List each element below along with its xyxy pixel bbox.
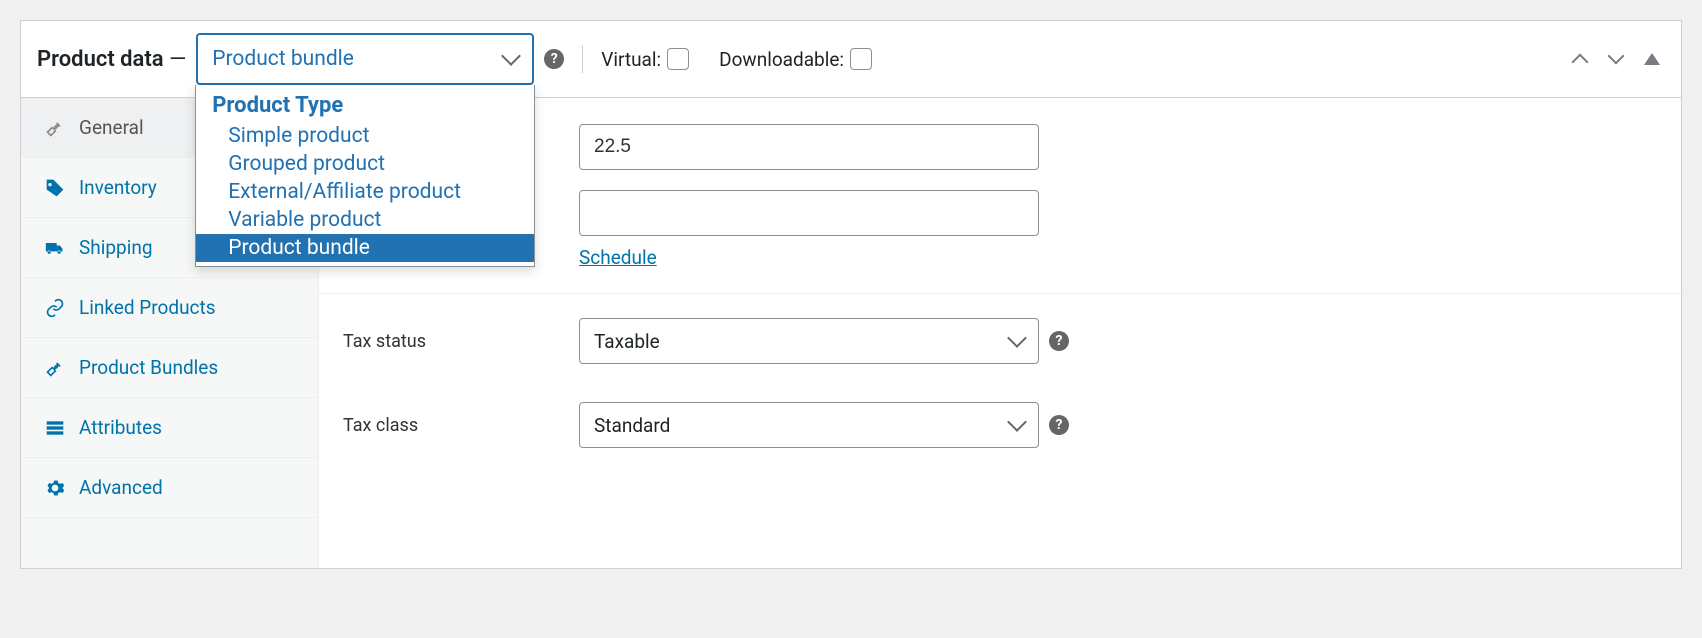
header-divider: [582, 45, 583, 73]
help-icon[interactable]: ?: [1049, 415, 1069, 435]
sidebar-item-label: General: [79, 116, 144, 139]
dropdown-item-simple[interactable]: Simple product: [196, 122, 534, 150]
dropdown-item-bundle[interactable]: Product bundle: [196, 234, 534, 262]
tax-status-row: Tax status Taxable ?: [319, 308, 1681, 374]
tax-status-value: Taxable: [594, 330, 660, 353]
help-icon[interactable]: ?: [1049, 331, 1069, 351]
tax-status-label: Tax status: [343, 331, 569, 352]
sidebar-item-linked[interactable]: Linked Products: [21, 278, 318, 338]
downloadable-checkbox[interactable]: [850, 48, 872, 70]
wrench-icon: [45, 118, 65, 138]
section-divider: [319, 293, 1681, 294]
sidebar-item-label: Product Bundles: [79, 356, 218, 379]
product-type-select-box[interactable]: Product bundle: [196, 33, 534, 85]
product-type-select[interactable]: Product bundle Product Type Simple produ…: [196, 33, 534, 85]
downloadable-checkbox-wrap[interactable]: Downloadable:: [719, 48, 872, 71]
tax-class-label: Tax class: [343, 415, 569, 436]
chevron-down-icon: [1007, 328, 1027, 348]
truck-icon: [45, 238, 65, 258]
tag-icon: [45, 178, 65, 198]
schedule-link[interactable]: Schedule: [579, 246, 657, 269]
toggle-panel-button[interactable]: [1639, 46, 1665, 72]
panel-header: Product data — Product bundle Product Ty…: [21, 21, 1681, 98]
sale-price-input[interactable]: [579, 190, 1039, 236]
list-icon: [45, 418, 65, 438]
virtual-checkbox-wrap[interactable]: Virtual:: [601, 48, 689, 71]
virtual-label: Virtual:: [601, 48, 661, 71]
regular-price-input[interactable]: [579, 124, 1039, 170]
chevron-down-icon: [1007, 412, 1027, 432]
link-icon: [45, 298, 65, 318]
move-down-button[interactable]: [1603, 46, 1629, 72]
wrench-icon: [45, 358, 65, 378]
title-dash: —: [169, 47, 186, 72]
sidebar-item-label: Shipping: [79, 236, 153, 259]
product-type-selected-label: Product bundle: [212, 47, 354, 71]
triangle-up-icon: [1644, 53, 1660, 65]
sidebar-item-label: Advanced: [79, 476, 163, 499]
sidebar-item-label: Inventory: [79, 176, 157, 199]
tax-class-select[interactable]: Standard: [579, 402, 1039, 448]
sidebar-item-label: Attributes: [79, 416, 162, 439]
gear-icon: [45, 478, 65, 498]
dropdown-group-label: Product Type: [196, 89, 534, 122]
product-data-panel: Product data — Product bundle Product Ty…: [20, 20, 1682, 569]
tax-class-row: Tax class Standard ?: [319, 392, 1681, 458]
product-type-dropdown: Product Type Simple product Grouped prod…: [195, 85, 535, 267]
tax-class-value: Standard: [594, 414, 670, 437]
panel-title-text: Product data: [37, 47, 164, 72]
dropdown-item-grouped[interactable]: Grouped product: [196, 150, 534, 178]
sidebar-item-advanced[interactable]: Advanced: [21, 458, 318, 518]
help-icon[interactable]: ?: [544, 49, 564, 69]
virtual-checkbox[interactable]: [667, 48, 689, 70]
move-up-button[interactable]: [1567, 46, 1593, 72]
downloadable-label: Downloadable:: [719, 48, 844, 71]
sidebar-item-bundles[interactable]: Product Bundles: [21, 338, 318, 398]
panel-title: Product data —: [37, 47, 186, 72]
dropdown-item-external[interactable]: External/Affiliate product: [196, 178, 534, 206]
sidebar-item-label: Linked Products: [79, 296, 216, 319]
tax-status-select[interactable]: Taxable: [579, 318, 1039, 364]
chevron-down-icon: [501, 46, 521, 66]
sidebar-item-attributes[interactable]: Attributes: [21, 398, 318, 458]
dropdown-item-variable[interactable]: Variable product: [196, 206, 534, 234]
